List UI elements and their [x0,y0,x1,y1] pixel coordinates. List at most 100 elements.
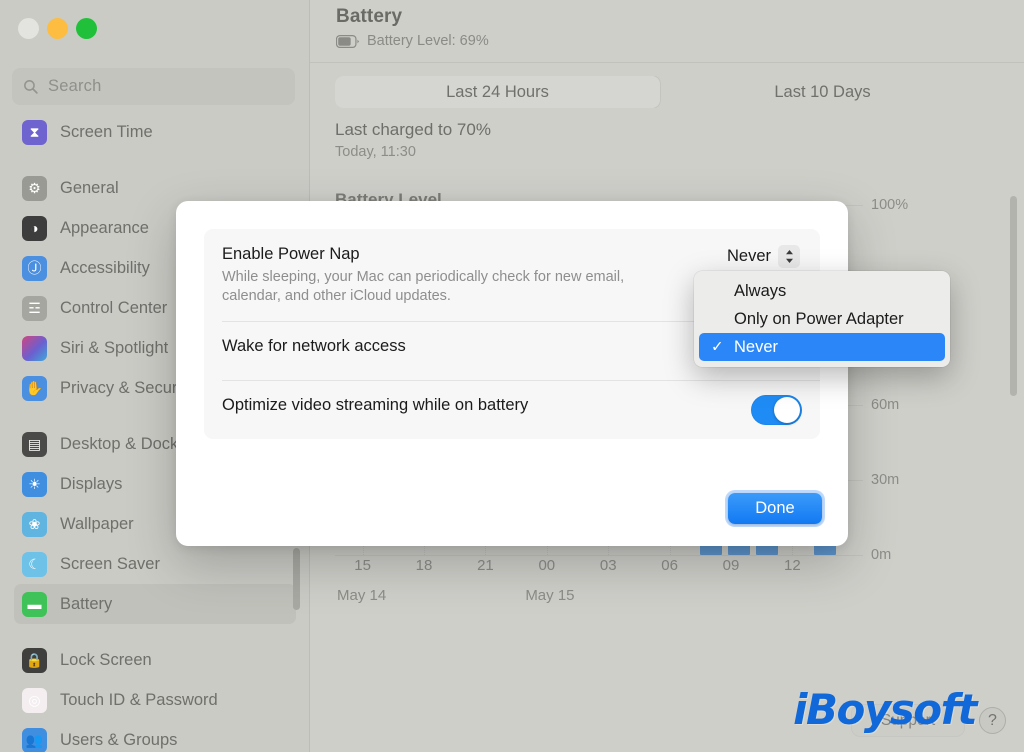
siri-icon [22,335,47,361]
chart-x-tick-label: 09 [722,557,740,574]
sidebar-item-label: Users & Groups [60,730,178,749]
content-header: Battery Battery Level: 69% [310,0,1024,62]
hand-icon: ✋ [22,375,47,401]
hourglass-icon: ⧗ [22,119,47,145]
battery-icon [336,34,360,48]
last-charged-title: Last charged to 70% [335,120,491,139]
sidebar-item-label: Desktop & Dock [60,434,179,453]
minimize-button[interactable] [47,18,68,39]
menu-item-label: Never [734,337,779,356]
chart-y-tick-label: 100% [871,197,909,213]
chart-y-tick-label: 0m [871,547,892,563]
chart-x-tick-label: 03 [599,557,617,574]
accessibility-icon: Ⓙ [22,255,47,281]
page-title: Battery [336,6,403,27]
time-range-segmented-control[interactable]: Last 24 Hours Last 10 Days [335,76,985,108]
chart-x-tick-label: 21 [477,557,494,574]
sidebar-item-label: Battery [60,594,113,613]
sliders-icon: ☲ [22,295,47,321]
last-charged-block: Last charged to 70% Today, 11:30 [335,120,491,160]
lock-icon: 🔒 [22,647,47,673]
power-nap-sheet: Enable Power Nap While sleeping, your Ma… [176,201,848,546]
flower-icon: ❀ [22,511,47,537]
search-icon [24,80,38,94]
sheet-footer: Done [728,493,822,524]
optimize-video-streaming-toggle[interactable] [751,394,802,425]
power-nap-dropdown-menu[interactable]: Always Only on Power Adapter ✓ Never [694,271,950,367]
help-button[interactable]: ? [979,707,1006,734]
segment-last-10-days[interactable]: Last 10 Days [660,76,985,108]
sidebar-item-label: Screen Time [60,122,153,141]
row-title: Wake for network access [222,336,406,355]
battery-level-row: Battery Level: 69% [336,33,1024,49]
sidebar-item-label: Accessibility [60,258,150,277]
toggle-knob [774,396,800,423]
close-button[interactable] [18,18,39,39]
chart-x-tick-label: 06 [661,557,678,574]
popup-button-value: Never [726,247,771,265]
fingerprint-icon: ◎ [22,687,47,713]
contrast-icon: ◑ [22,215,47,241]
search-placeholder: Search [48,77,102,95]
brightness-icon: ☀ [22,471,47,497]
sidebar-item-users-groups[interactable]: 👥 Users & Groups [14,720,296,752]
segment-last-24-hours[interactable]: Last 24 Hours [335,76,660,108]
search-input[interactable]: Search [12,68,295,105]
sidebar-item-label: Displays [60,474,123,493]
row-text-group: Wake for network access [222,336,735,357]
dock-icon: ▤ [22,431,47,457]
sidebar-item-label: Lock Screen [60,650,152,669]
support-button[interactable]: Support [852,705,964,736]
sidebar-item-screen-time[interactable]: ⧗ Screen Time [14,112,296,152]
chart-gridline [335,555,863,556]
chart-x-tick-label: 00 [538,557,556,574]
chart-day-label: May 15 [525,587,575,604]
menu-item-label: Only on Power Adapter [734,309,904,328]
sidebar-scrollbar[interactable] [293,548,300,610]
sidebar-item-label: Screen Saver [60,554,160,573]
zoom-button[interactable] [76,18,97,39]
checkmark-icon: ✓ [711,338,724,356]
chart-x-axis: 15 18 21 00 03 06 09 12 May 14 May 15 [335,557,863,617]
chevron-up-down-icon [778,245,800,268]
row-title: Optimize video streaming while on batter… [222,395,529,414]
sidebar-item-touch-id-password[interactable]: ◎ Touch ID & Password [14,680,296,720]
sidebar-item-label: Control Center [60,298,168,317]
moon-icon: ☾ [22,551,47,577]
chart-x-tick-label: 12 [784,557,801,574]
row-control: Never [725,244,802,269]
row-control [751,394,802,425]
row-text-group: Optimize video streaming while on batter… [222,395,735,416]
chart-x-tick-label: 18 [415,557,433,574]
sidebar-item-battery[interactable]: ▬ Battery [14,584,296,624]
chart-y-tick-label: 60m [871,397,900,413]
sidebar-item-screen-saver[interactable]: ☾ Screen Saver [14,544,296,584]
menu-item-always[interactable]: Always [699,277,945,305]
sidebar-item-label: Privacy & Security [60,378,194,397]
sidebar-item-lock-screen[interactable]: 🔒 Lock Screen [14,640,296,680]
users-icon: 👥 [22,727,47,752]
battery-level-text: Battery Level: 69% [367,33,489,49]
chart-day-label: May 14 [337,587,387,604]
menu-item-only-on-power-adapter[interactable]: Only on Power Adapter [699,305,945,333]
main-scrollbar[interactable] [1010,196,1017,396]
gear-icon: ⚙ [22,175,47,201]
header-divider [310,62,1024,63]
window-traffic-lights [18,18,97,39]
row-description: While sleeping, your Mac can periodicall… [222,268,625,305]
row-optimize-video-streaming: Optimize video streaming while on batter… [204,379,820,439]
row-title: Enable Power Nap [222,245,360,263]
battery-icon: ▬ [22,591,47,617]
menu-item-label: Always [734,281,787,300]
sidebar-item-label: Touch ID & Password [60,690,218,709]
done-button[interactable]: Done [728,493,822,524]
sidebar-item-label: Siri & Spotlight [60,338,169,357]
menu-item-never[interactable]: ✓ Never [699,333,945,361]
power-nap-popup-button[interactable]: Never [725,244,802,269]
sidebar-item-label: General [60,178,119,197]
row-text-group: Enable Power Nap While sleeping, your Ma… [222,244,709,307]
sidebar-item-label: Appearance [60,218,149,237]
chart-x-tick-label: 15 [354,557,371,574]
